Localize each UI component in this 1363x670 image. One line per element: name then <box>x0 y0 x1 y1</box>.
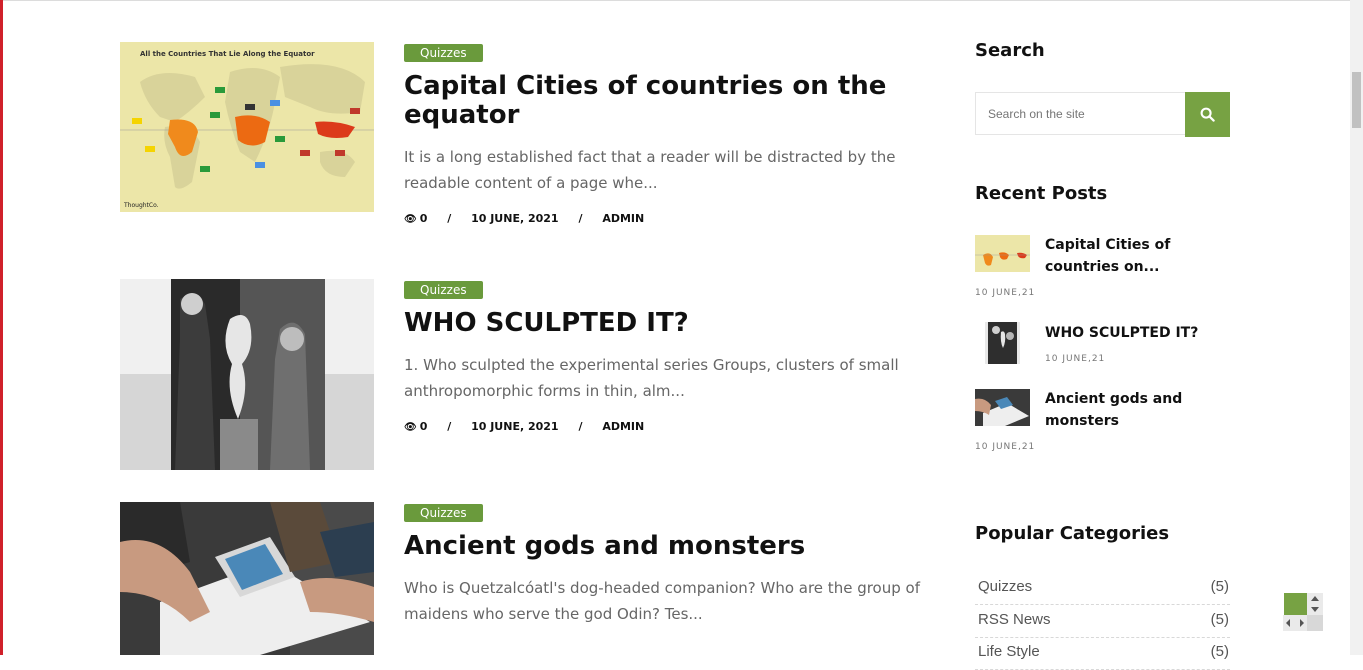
sculpture-photo-image <box>120 279 374 470</box>
post-body: Quizzes Capital Cities of countries on t… <box>404 42 934 225</box>
search-input[interactable] <box>976 93 1178 134</box>
post-excerpt: It is a long established fact that a rea… <box>404 148 896 192</box>
recent-post-title[interactable]: Ancient gods and monsters <box>1045 388 1225 432</box>
meta-separator: / <box>578 212 583 225</box>
top-divider <box>3 0 1350 1</box>
category-badge[interactable]: Quizzes <box>404 504 483 522</box>
map-caption: All the Countries That Lie Along the Equ… <box>140 50 315 58</box>
search-field-wrapper <box>975 92 1185 135</box>
meta-separator: / <box>447 212 452 225</box>
post-thumbnail-sculpture-photo[interactable] <box>120 279 374 470</box>
post-meta: 👁 0 / 10 JUNE, 2021 / ADMIN <box>404 212 934 225</box>
recent-post-item[interactable]: WHO SCULPTED IT? 10 JUNE,21 <box>975 322 1230 370</box>
post-title[interactable]: WHO SCULPTED IT? <box>404 309 934 338</box>
recent-post-item[interactable]: Capital Cities of countries on... 10 JUN… <box>975 235 1230 305</box>
category-badge[interactable]: Quizzes <box>404 44 483 62</box>
category-count: (5) <box>1210 611 1229 628</box>
popular-categories-heading: Popular Categories <box>975 523 1170 544</box>
recent-post-date: 10 JUNE,21 <box>975 288 1036 298</box>
workshop-photo-image <box>120 502 374 655</box>
post-author[interactable]: ADMIN <box>602 212 644 225</box>
page-scrollbar[interactable] <box>1350 0 1363 655</box>
category-badge[interactable]: Quizzes <box>404 281 483 299</box>
eye-icon: 👁 <box>404 422 417 433</box>
meta-separator: / <box>447 420 452 433</box>
category-count: (5) <box>1210 578 1229 595</box>
left-edge-bar <box>0 0 3 655</box>
recent-posts-heading: Recent Posts <box>975 183 1108 204</box>
category-row[interactable]: Life Style (5) <box>975 637 1230 670</box>
recent-post-date: 10 JUNE,21 <box>1045 354 1106 364</box>
search-icon <box>1200 107 1215 122</box>
sculpture-photo-thumb <box>985 322 1020 364</box>
post-excerpt: 1. Who sculpted the experimental series … <box>404 356 899 400</box>
post-title[interactable]: Ancient gods and monsters <box>404 532 934 561</box>
recent-post-thumbnail[interactable] <box>975 389 1030 426</box>
category-name[interactable]: RSS News <box>978 611 1051 628</box>
recent-post-date: 10 JUNE,21 <box>975 442 1036 452</box>
map-credit: ThoughtCo. <box>123 202 159 209</box>
search-button[interactable] <box>1185 92 1230 137</box>
equator-map-image: All the Countries That Lie Along the Equ… <box>120 42 374 212</box>
mini-scroll-control[interactable] <box>1283 593 1325 633</box>
post-date: 10 JUNE, 2021 <box>471 212 559 225</box>
category-row[interactable]: Quizzes (5) <box>975 572 1230 605</box>
post-author[interactable]: ADMIN <box>602 420 644 433</box>
workshop-photo-thumb <box>975 389 1030 426</box>
post-body: Quizzes Ancient gods and monsters Who is… <box>404 502 934 627</box>
post-title[interactable]: Capital Cities of countries on the equat… <box>404 72 934 130</box>
scrollbar-thumb[interactable] <box>1352 72 1361 128</box>
post-card: All the Countries That Lie Along the Equ… <box>120 42 940 252</box>
category-name[interactable]: Quizzes <box>978 578 1032 595</box>
recent-post-thumbnail[interactable] <box>985 322 1020 364</box>
category-row[interactable]: RSS News (5) <box>975 605 1230 638</box>
eye-icon: 👁 <box>404 214 417 225</box>
recent-post-item[interactable]: Ancient gods and monsters 10 JUNE,21 <box>975 389 1230 459</box>
recent-post-title[interactable]: Capital Cities of countries on... <box>1045 234 1225 278</box>
equator-map-thumb <box>975 235 1030 272</box>
category-count: (5) <box>1210 643 1229 660</box>
search-heading: Search <box>975 40 1045 61</box>
view-count: 0 <box>419 420 428 433</box>
post-date: 10 JUNE, 2021 <box>471 420 559 433</box>
post-excerpt: Who is Quetzalcóatl's dog-headed compani… <box>404 579 920 623</box>
meta-separator: / <box>578 420 583 433</box>
view-count: 0 <box>419 212 428 225</box>
post-thumbnail-workshop-photo[interactable] <box>120 502 374 655</box>
recent-post-title[interactable]: WHO SCULPTED IT? <box>1045 322 1225 344</box>
post-body: Quizzes WHO SCULPTED IT? 1. Who sculpted… <box>404 279 934 433</box>
post-thumbnail-equator-map[interactable]: All the Countries That Lie Along the Equ… <box>120 42 374 212</box>
post-meta: 👁 0 / 10 JUNE, 2021 / ADMIN <box>404 420 934 433</box>
post-card: Quizzes Ancient gods and monsters Who is… <box>120 502 940 655</box>
post-card: Quizzes WHO SCULPTED IT? 1. Who sculpted… <box>120 279 940 479</box>
recent-post-thumbnail[interactable] <box>975 235 1030 272</box>
category-name[interactable]: Life Style <box>978 643 1040 660</box>
